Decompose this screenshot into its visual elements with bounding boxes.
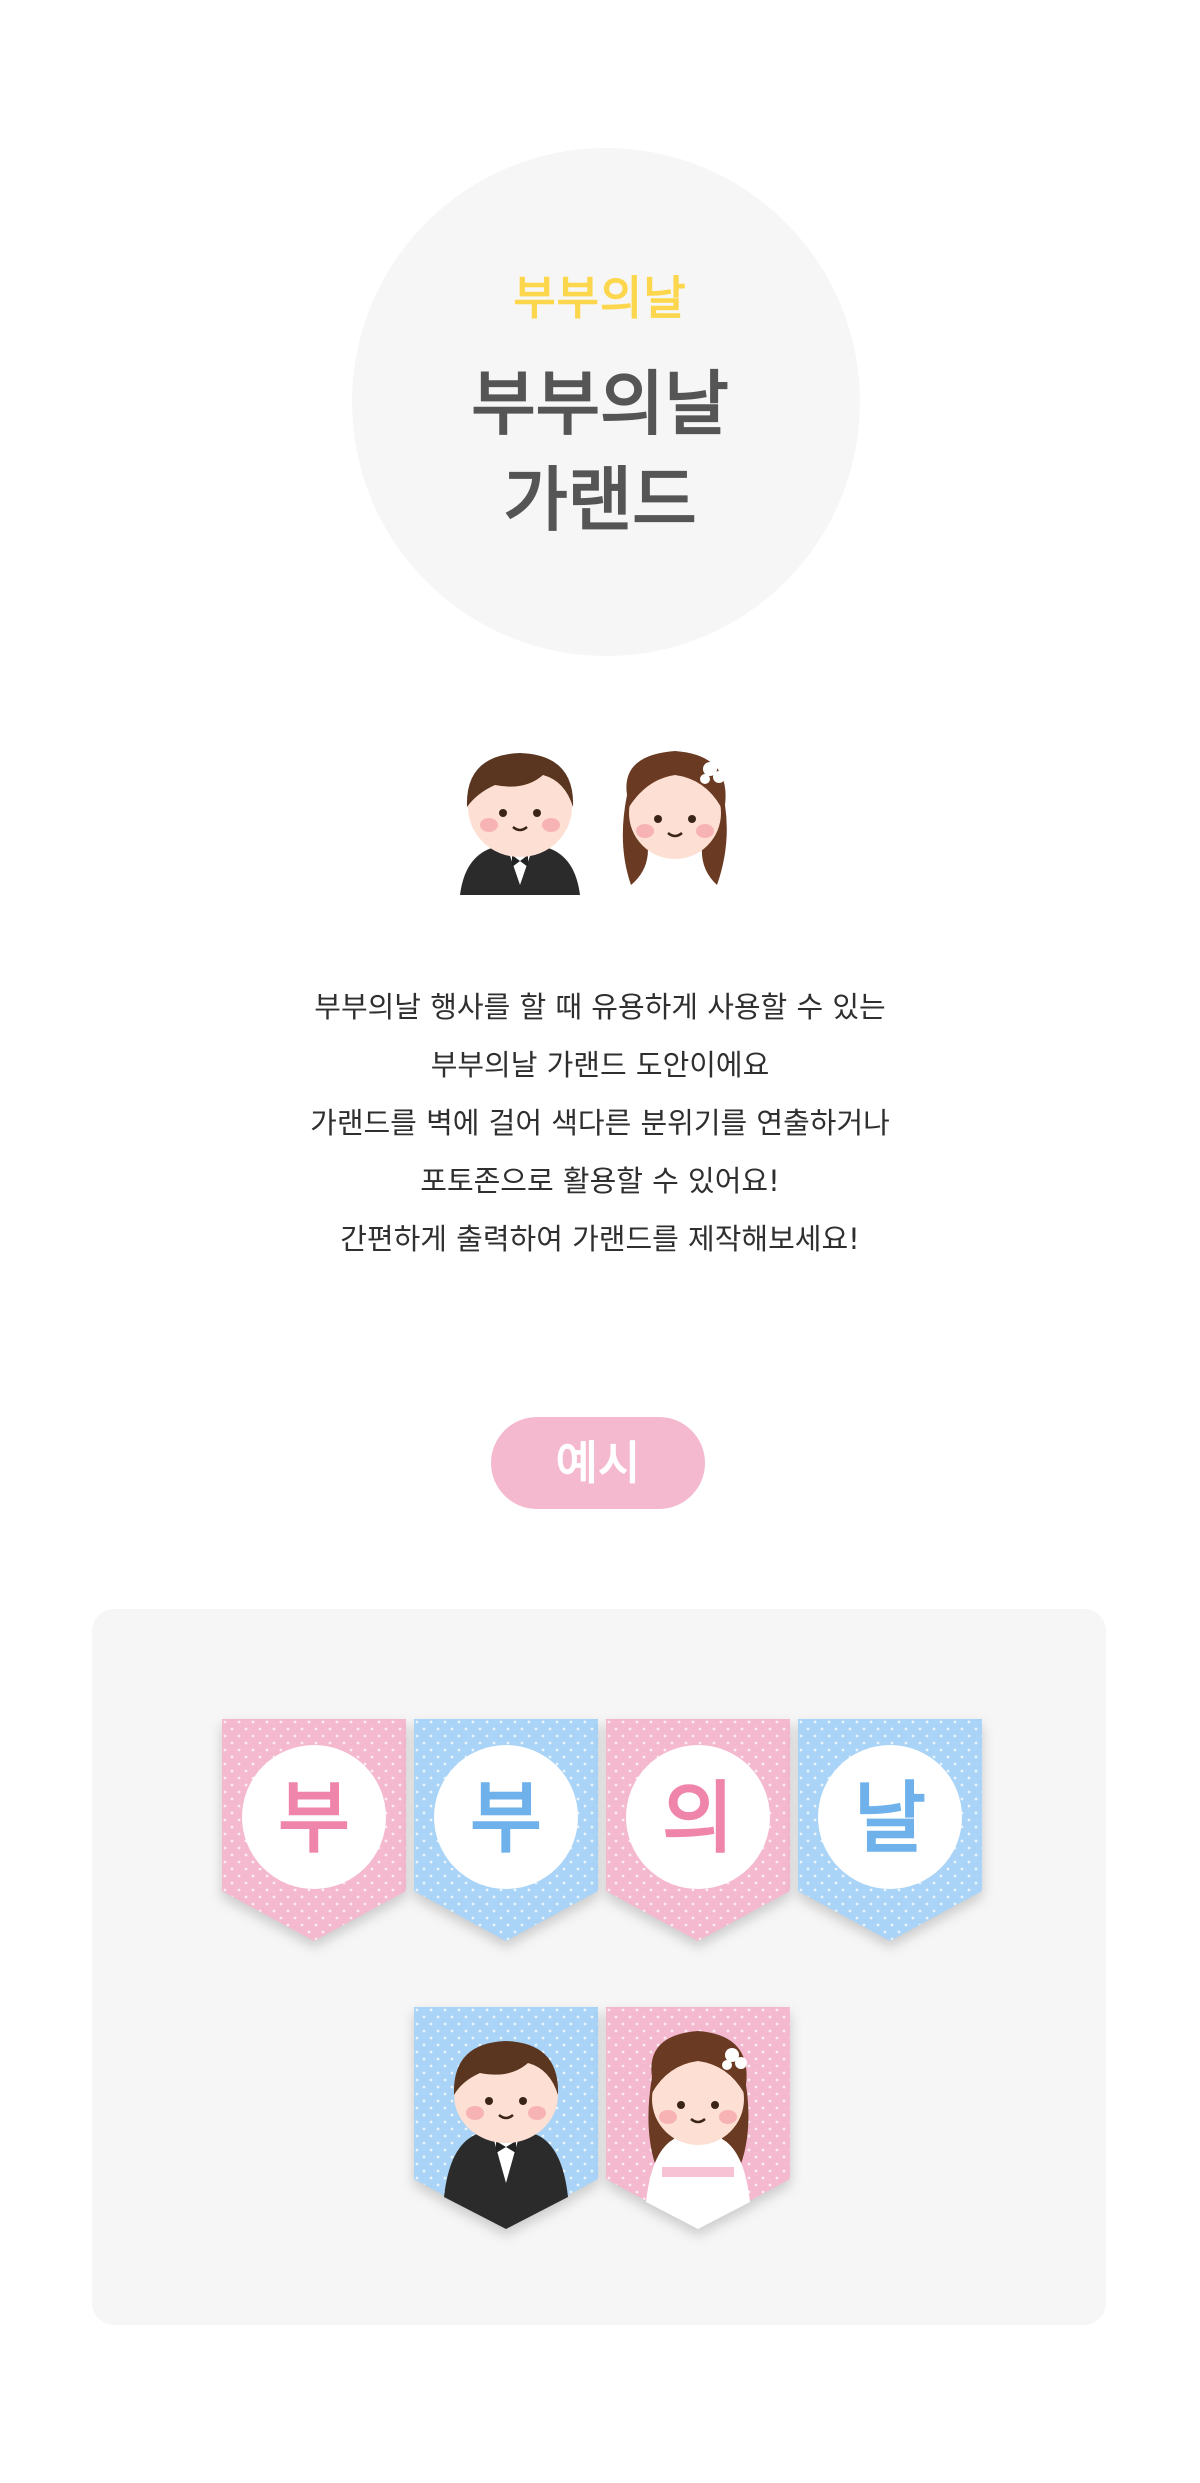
flag-letter: 부 bbox=[470, 1774, 542, 1864]
garland-letter-flag: 부 bbox=[414, 1719, 598, 1949]
garland-groom-flag bbox=[414, 2007, 598, 2237]
garland-letter-flag: 날 bbox=[798, 1719, 982, 1949]
bride-icon bbox=[646, 2031, 750, 2229]
flag-letter: 의 bbox=[662, 1774, 734, 1864]
garland-preview-panel: 부부의날 bbox=[92, 1609, 1106, 2325]
hero-kicker: 부부의날 bbox=[513, 271, 687, 325]
garland-letter-flag: 의 bbox=[606, 1719, 790, 1949]
groom-icon bbox=[460, 753, 580, 895]
example-badge: 예시 bbox=[491, 1417, 705, 1509]
title-line-2: 가랜드 bbox=[503, 459, 697, 541]
flag-letter: 날 bbox=[854, 1774, 926, 1864]
flag-letter: 부 bbox=[278, 1774, 350, 1864]
title-line-1: 부부의날 bbox=[471, 363, 729, 445]
couple-illustration bbox=[460, 751, 735, 895]
garland-letter-flag: 부 bbox=[222, 1719, 406, 1949]
description-line: 포토존으로 활용할 수 있어요! bbox=[420, 1164, 780, 1198]
garland-bride-flag bbox=[606, 2007, 790, 2237]
description-line: 간편하게 출력하여 가랜드를 제작해보세요! bbox=[340, 1222, 860, 1256]
description: 부부의날 행사를 할 때 유용하게 사용할 수 있는 부부의날 가랜드 도안이에… bbox=[0, 978, 1200, 1268]
page-title: 부부의날 가랜드 bbox=[0, 356, 1200, 548]
description-line: 가랜드를 벽에 걸어 색다른 분위기를 연출하거나 bbox=[310, 1106, 890, 1140]
bride-icon bbox=[615, 751, 735, 895]
description-line: 부부의날 행사를 할 때 유용하게 사용할 수 있는 bbox=[314, 990, 886, 1024]
description-line: 부부의날 가랜드 도안이에요 bbox=[430, 1048, 770, 1082]
